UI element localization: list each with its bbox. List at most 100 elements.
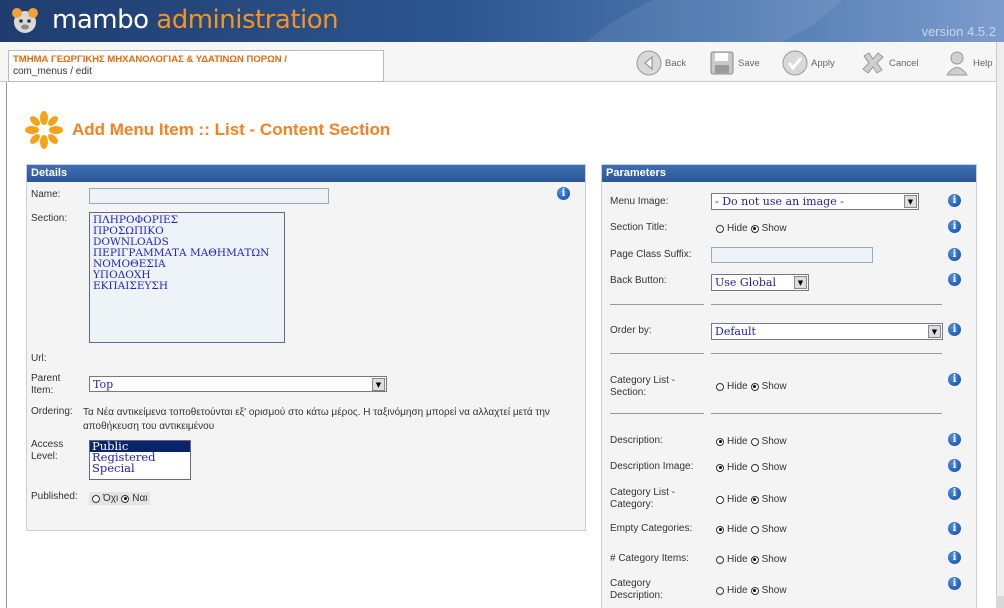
published-yes-label: Ναι	[132, 493, 148, 504]
empty-categories-hide-radio[interactable]	[716, 525, 724, 534]
page-title: Add Menu Item :: List - Content Section	[72, 120, 391, 139]
show-label: Show	[761, 381, 787, 392]
description-image-hide-radio[interactable]	[716, 463, 724, 472]
list-item[interactable]: Special	[92, 462, 188, 474]
back-button-select[interactable]: Use Global ▼	[711, 274, 809, 291]
access-label-line1: Access	[31, 439, 64, 450]
published-yes-radio[interactable]	[121, 494, 130, 503]
info-icon[interactable]: i	[948, 577, 961, 590]
section-title-label: Section Title:	[610, 222, 668, 233]
cd-hide-radio[interactable]	[716, 586, 724, 595]
logo-word-administration: administration	[156, 5, 339, 35]
details-panel: Details Name: i Section: ΠΛΗΡΟΦΟΡΙΕΣ ΠΡΟ…	[26, 164, 586, 531]
cd-label-line1: Category	[610, 578, 651, 589]
info-icon[interactable]: i	[948, 433, 961, 446]
list-item[interactable]: ΕΚΠΑΙΣΕΥΣΗ	[93, 281, 281, 292]
cls-hide-radio[interactable]	[716, 382, 724, 391]
info-icon[interactable]: i	[948, 551, 961, 564]
cancel-button[interactable]: Cancel	[860, 49, 919, 77]
category-items-hide-radio[interactable]	[716, 555, 724, 564]
app-logo-text: mambo administration	[52, 5, 339, 35]
parent-item-select[interactable]: Top ▼	[89, 376, 387, 392]
access-level-listbox[interactable]: Public Registered Special	[89, 440, 191, 480]
category-list-category-label: Category List - Category:	[610, 487, 675, 511]
info-icon[interactable]: i	[948, 459, 961, 472]
back-button-param-label: Back Button:	[610, 275, 667, 286]
divider	[610, 413, 704, 414]
version-label: version 4.5.2	[921, 24, 996, 39]
menu-star-icon	[25, 111, 63, 149]
menu-image-label: Menu Image:	[610, 196, 669, 207]
parameters-heading: Parameters	[602, 165, 976, 182]
show-label: Show	[761, 436, 787, 447]
info-icon[interactable]: i	[948, 273, 961, 286]
vertical-scrollbar[interactable]	[996, 42, 1004, 608]
info-icon[interactable]: i	[948, 373, 961, 386]
published-no-radio[interactable]	[92, 494, 100, 503]
apply-button[interactable]: Apply	[782, 49, 835, 77]
breadcrumb-path: com_menus / edit	[13, 66, 92, 77]
hide-label: Hide	[727, 462, 748, 473]
description-hide-radio[interactable]	[716, 437, 724, 446]
category-items-show-radio[interactable]	[750, 555, 759, 564]
page-class-suffix-input[interactable]	[711, 247, 873, 263]
scrollbar-thumb[interactable]	[996, 596, 1004, 608]
section-title-hide-radio[interactable]	[716, 224, 724, 233]
show-label: Show	[761, 554, 787, 565]
info-icon[interactable]: i	[557, 187, 570, 200]
chevron-down-icon[interactable]: ▼	[928, 325, 941, 338]
chevron-down-icon[interactable]: ▼	[794, 276, 807, 289]
cls-label-line2: Section:	[610, 387, 647, 398]
cancel-x-icon	[860, 50, 886, 76]
empty-categories-label: Empty Categories:	[610, 523, 693, 534]
category-items-radio-group: Hide Show	[716, 554, 787, 565]
info-icon[interactable]: i	[948, 194, 961, 207]
hide-label: Hide	[727, 524, 748, 535]
menu-image-select[interactable]: - Do not use an image - ▼	[711, 193, 919, 210]
ordering-note-line2: αποθήκευση του αντικειμένου	[83, 421, 215, 432]
info-icon[interactable]: i	[948, 522, 961, 535]
parent-item-value: Top	[93, 378, 114, 391]
description-label: Description:	[610, 435, 663, 446]
back-button-param-value: Use Global	[715, 276, 776, 289]
save-button[interactable]: Save	[709, 49, 760, 77]
show-label: Show	[761, 524, 787, 535]
empty-categories-radio-group: Hide Show	[716, 524, 787, 535]
category-description-label: Category Description:	[610, 578, 663, 602]
info-icon[interactable]: i	[948, 323, 961, 336]
info-icon[interactable]: i	[948, 248, 961, 261]
section-listbox[interactable]: ΠΛΗΡΟΦΟΡΙΕΣ ΠΡΟΣΩΠΙΚΟ DOWNLOADS ΠΕΡΙΓΡΑΜ…	[89, 212, 285, 343]
cd-show-radio[interactable]	[750, 586, 759, 595]
description-radio-group: Hide Show	[716, 436, 787, 447]
category-list-section-radio-group: Hide Show	[716, 381, 787, 392]
back-button-label: Back	[665, 57, 687, 69]
info-icon[interactable]: i	[948, 220, 961, 233]
name-input[interactable]	[89, 188, 329, 204]
order-by-select[interactable]: Default ▼	[711, 323, 943, 340]
hide-label: Hide	[727, 494, 748, 505]
clc-hide-radio[interactable]	[716, 495, 724, 504]
apply-check-icon	[782, 50, 808, 76]
app-header: mambo administration version 4.5.2	[0, 0, 1004, 42]
help-button[interactable]: Help	[944, 49, 993, 77]
chevron-down-icon[interactable]: ▼	[904, 195, 917, 208]
description-show-radio[interactable]	[750, 437, 759, 446]
back-button[interactable]: Back	[636, 49, 686, 77]
empty-categories-show-radio[interactable]	[750, 525, 759, 534]
description-image-show-radio[interactable]	[750, 463, 759, 472]
info-icon[interactable]: i	[948, 487, 961, 500]
details-heading: Details	[27, 165, 585, 182]
chevron-down-icon[interactable]: ▼	[372, 378, 385, 391]
page-class-suffix-label: Page Class Suffix:	[610, 249, 692, 260]
clc-show-radio[interactable]	[750, 495, 759, 504]
hide-label: Hide	[727, 436, 748, 447]
ordering-note-line1: Τα Νέα αντικείμενα τοποθετούνται εξ' ορι…	[83, 407, 550, 418]
mambo-logo-icon	[12, 8, 38, 33]
section-title-show-radio[interactable]	[750, 224, 759, 233]
order-by-label: Order by:	[610, 325, 652, 336]
cls-show-radio[interactable]	[750, 382, 759, 391]
show-label: Show	[761, 462, 787, 473]
hide-label: Hide	[727, 554, 748, 565]
back-arrow-icon	[636, 50, 662, 76]
cls-label-line1: Category List -	[610, 375, 676, 386]
